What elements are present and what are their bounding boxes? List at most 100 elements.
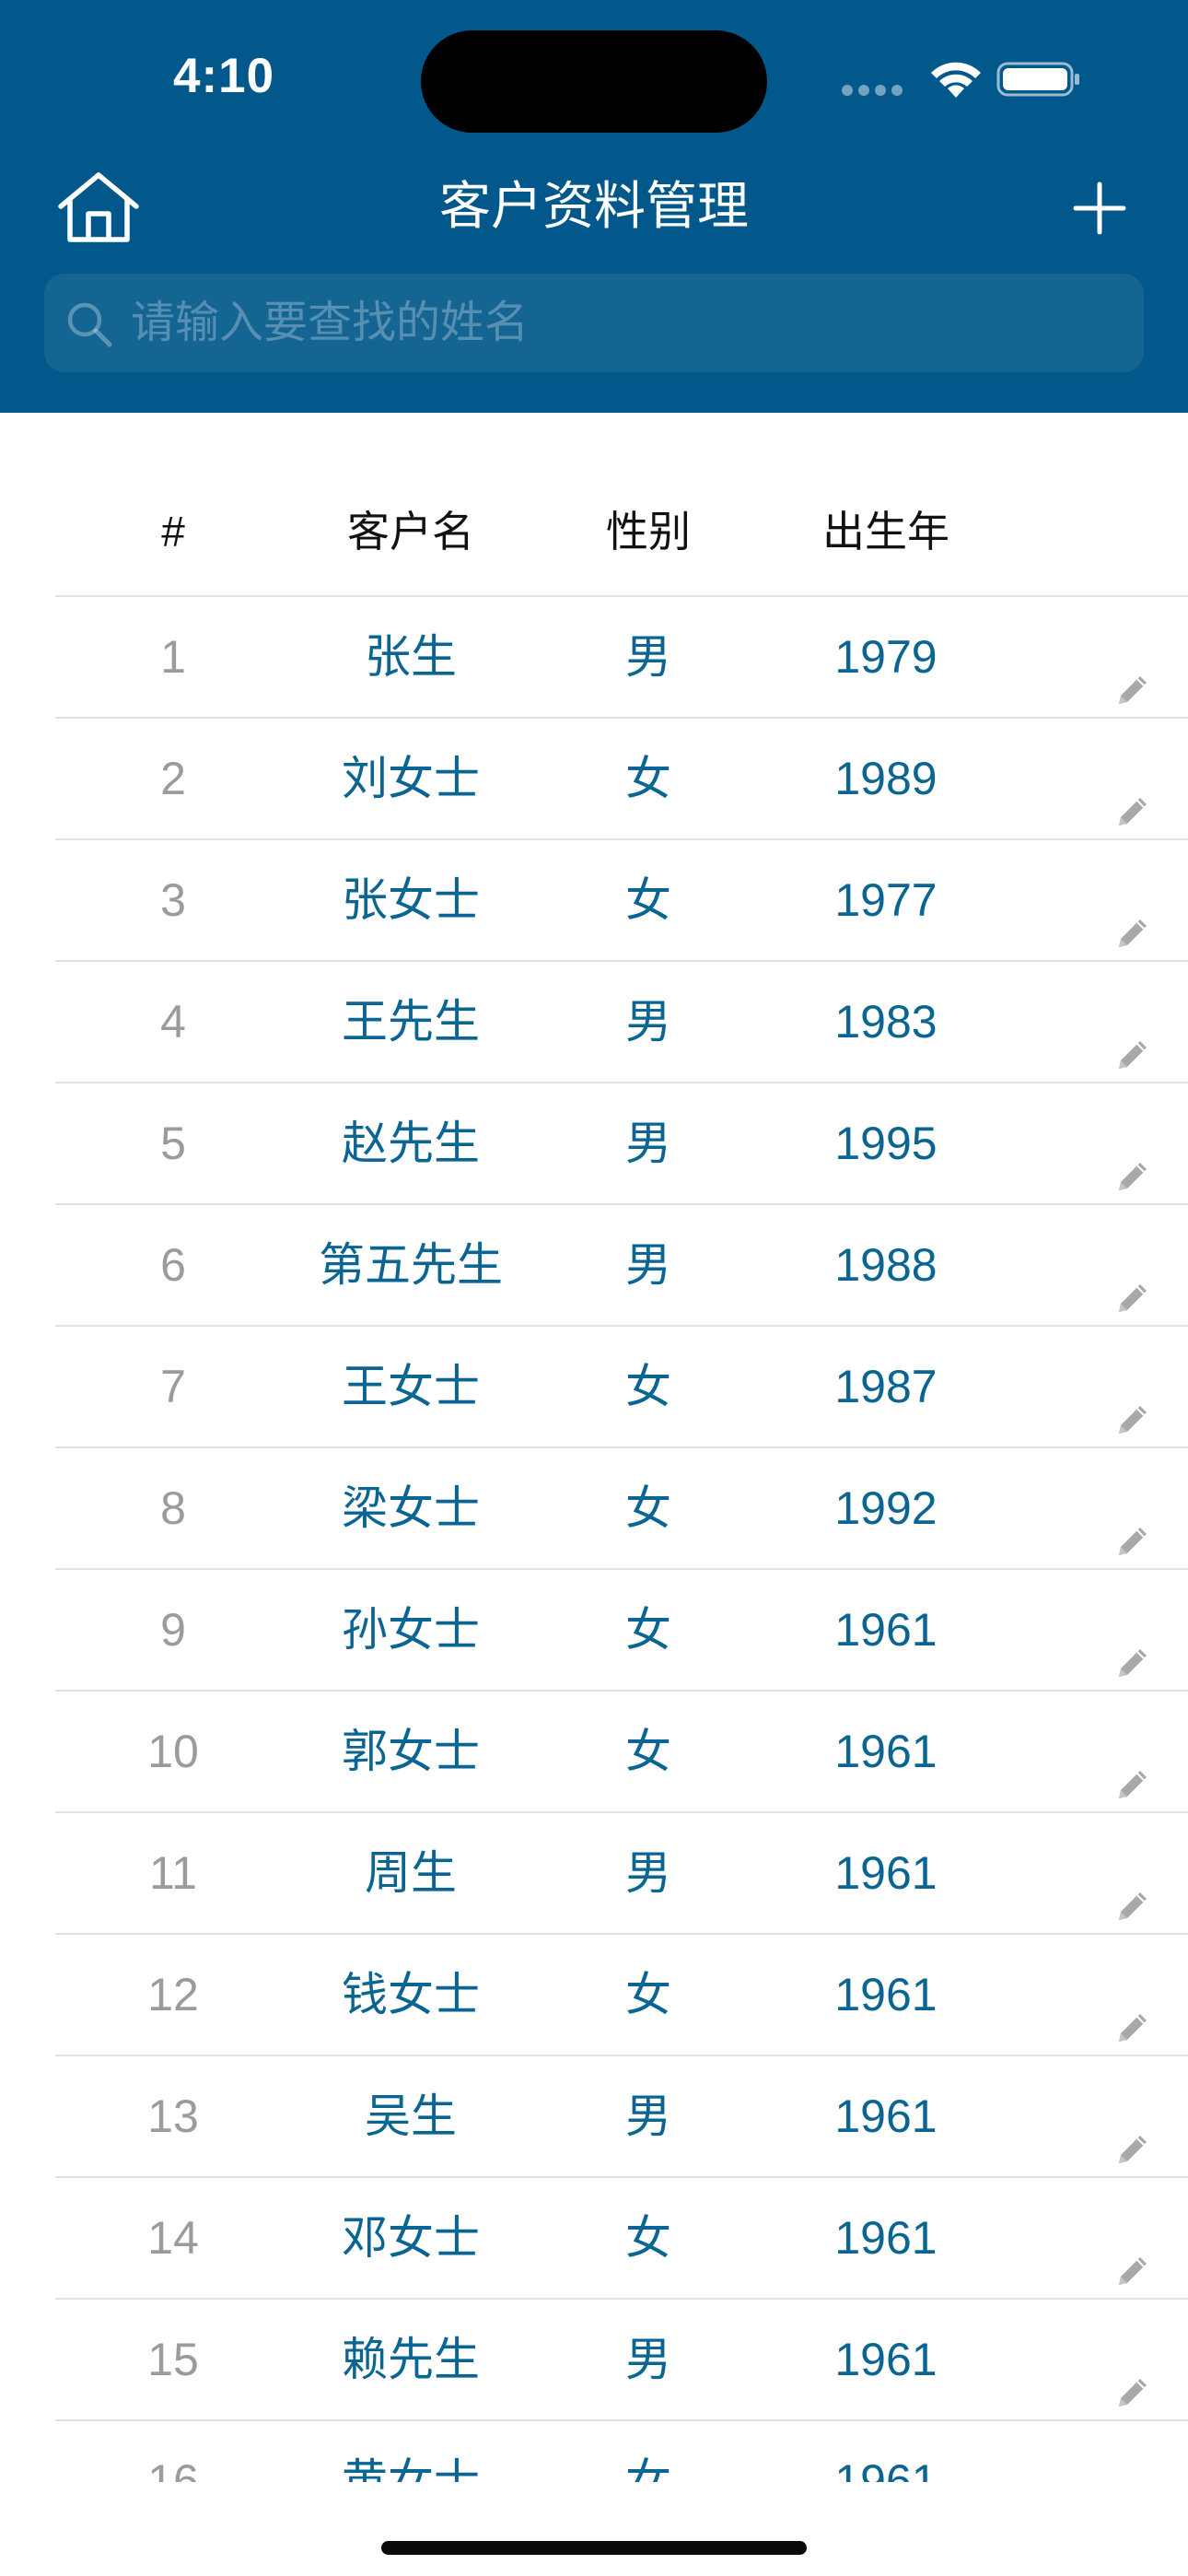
customer-gender: 女: [625, 1726, 671, 1777]
customer-birth-year: 1961: [834, 2455, 938, 2482]
row-number: 6: [160, 1239, 186, 1291]
table-row[interactable]: 1 张生 男 1979: [55, 597, 1188, 719]
customer-name: 刘女士: [342, 753, 480, 804]
pencil-icon: [1112, 1487, 1154, 1555]
row-number: 14: [147, 2212, 199, 2264]
header-customer-name: 客户名: [347, 508, 474, 556]
table-row[interactable]: 8 梁女士 女 1992: [55, 1448, 1188, 1570]
table-body: 1 张生男 1979 2 刘女士女 1989 3 张女士女 1977 4 王先生男 1983 5 赵先生男…: [55, 597, 1188, 2482]
customer-name: 郭女士: [342, 1726, 480, 1777]
customer-birth-year: 1961: [834, 1969, 938, 2020]
pencil-icon: [1112, 1244, 1154, 1312]
table-row[interactable]: 6 第五先生 男 1988: [55, 1205, 1188, 1327]
row-number: 7: [160, 1361, 186, 1412]
edit-button[interactable]: [1087, 2056, 1179, 2176]
home-indicator[interactable]: [381, 2541, 807, 2555]
pencil-icon: [1112, 2217, 1154, 2285]
pencil-icon: [1112, 879, 1154, 947]
edit-button[interactable]: [1087, 962, 1179, 1082]
edit-button[interactable]: [1087, 1813, 1179, 1933]
row-number: 12: [147, 1969, 199, 2020]
edit-button[interactable]: [1087, 2178, 1179, 2298]
search-icon: [67, 302, 112, 347]
row-number: 15: [147, 2334, 199, 2385]
customer-name: 赖先生: [342, 2334, 480, 2385]
table-row[interactable]: 4 王先生 男 1983: [55, 962, 1188, 1083]
page-title: 客户资料管理: [439, 177, 749, 235]
customer-name: 钱女士: [342, 1969, 480, 2020]
table-row[interactable]: 10 郭女士 女 1961: [55, 1692, 1188, 1813]
customer-gender: 女: [625, 753, 671, 804]
pencil-icon: [1112, 2095, 1154, 2163]
customer-name: 张女士: [342, 874, 480, 926]
pencil-icon: [1112, 757, 1154, 825]
table-row[interactable]: 11 周生 男 1961: [55, 1813, 1188, 1935]
customer-gender: 男: [625, 1847, 671, 1899]
header-gender: 性别: [606, 508, 691, 556]
customer-table: # 客户名 性别 出生年 1 张生男 1979 2 刘女士女 1989 3 张女士女 1977 4…: [55, 468, 1188, 2482]
customer-birth-year: 1989: [834, 753, 938, 804]
customer-name: 邓女士: [342, 2212, 480, 2264]
customer-gender: 女: [625, 2212, 671, 2264]
pencil-icon: [1112, 1852, 1154, 1920]
edit-button[interactable]: [1087, 719, 1179, 838]
customer-birth-year: 1987: [834, 1361, 938, 1412]
customer-birth-year: 1979: [834, 631, 938, 683]
customer-gender: 女: [625, 2455, 671, 2482]
table-row[interactable]: 14 邓女士 女 1961: [55, 2178, 1188, 2300]
edit-button[interactable]: [1087, 2300, 1179, 2419]
plus-icon[interactable]: [1072, 181, 1127, 236]
customer-birth-year: 1961: [834, 2090, 938, 2142]
edit-button[interactable]: [1087, 1692, 1179, 1811]
customer-birth-year: 1995: [834, 1118, 938, 1169]
customer-name: 梁女士: [342, 1482, 480, 1534]
customer-gender: 男: [625, 2334, 671, 2385]
row-number: 11: [149, 1847, 197, 1899]
table-row[interactable]: 3 张女士 女 1977: [55, 840, 1188, 962]
edit-button[interactable]: [1087, 1570, 1179, 1690]
edit-button[interactable]: [1087, 1327, 1179, 1446]
dynamic-island: [421, 30, 767, 133]
table-row[interactable]: 16 黄女士 女 1961: [55, 2421, 1188, 2482]
customer-birth-year: 1977: [834, 874, 938, 926]
row-number: 2: [160, 753, 186, 804]
edit-button[interactable]: [1087, 1448, 1179, 1568]
table-row[interactable]: 2 刘女士 女 1989: [55, 719, 1188, 840]
customer-name: 赵先生: [342, 1118, 480, 1169]
table-row[interactable]: 12 钱女士 女 1961: [55, 1935, 1188, 2056]
search-bar: [44, 274, 1144, 372]
row-number: 5: [160, 1118, 186, 1169]
header-number: #: [161, 508, 185, 556]
customer-gender: 女: [625, 1482, 671, 1534]
pencil-icon: [1112, 1609, 1154, 1677]
customer-name: 王女士: [342, 1361, 480, 1412]
search-input[interactable]: [131, 274, 1125, 372]
row-number: 1: [160, 631, 186, 683]
customer-gender: 男: [625, 631, 671, 683]
table-row[interactable]: 13 吴生 男 1961: [55, 2056, 1188, 2178]
customer-name: 第五先生: [319, 1239, 503, 1291]
edit-button[interactable]: [1087, 1083, 1179, 1203]
table-row[interactable]: 15 赖先生 男 1961: [55, 2300, 1188, 2421]
edit-button[interactable]: [1087, 2421, 1179, 2482]
table-header: # 客户名 性别 出生年: [55, 468, 1188, 597]
edit-button[interactable]: [1087, 597, 1179, 717]
row-number: 3: [160, 874, 186, 926]
customer-birth-year: 1983: [834, 996, 938, 1048]
customer-gender: 男: [625, 1239, 671, 1291]
customer-gender: 女: [625, 1969, 671, 2020]
customer-name: 周生: [365, 1847, 457, 1899]
edit-button[interactable]: [1087, 1205, 1179, 1325]
customer-gender: 女: [625, 874, 671, 926]
edit-button[interactable]: [1087, 840, 1179, 960]
table-row[interactable]: 7 王女士 女 1987: [55, 1327, 1188, 1448]
status-time: 4:10: [173, 49, 275, 103]
cellular-signal-icon: [842, 85, 906, 96]
customer-gender: 女: [625, 1604, 671, 1656]
edit-button[interactable]: [1087, 1935, 1179, 2055]
table-row[interactable]: 9 孙女士 女 1961: [55, 1570, 1188, 1692]
table-row[interactable]: 5 赵先生 男 1995: [55, 1083, 1188, 1205]
customer-name: 黄女士: [342, 2455, 480, 2482]
battery-icon: [996, 62, 1079, 97]
customer-birth-year: 1992: [834, 1482, 938, 1534]
